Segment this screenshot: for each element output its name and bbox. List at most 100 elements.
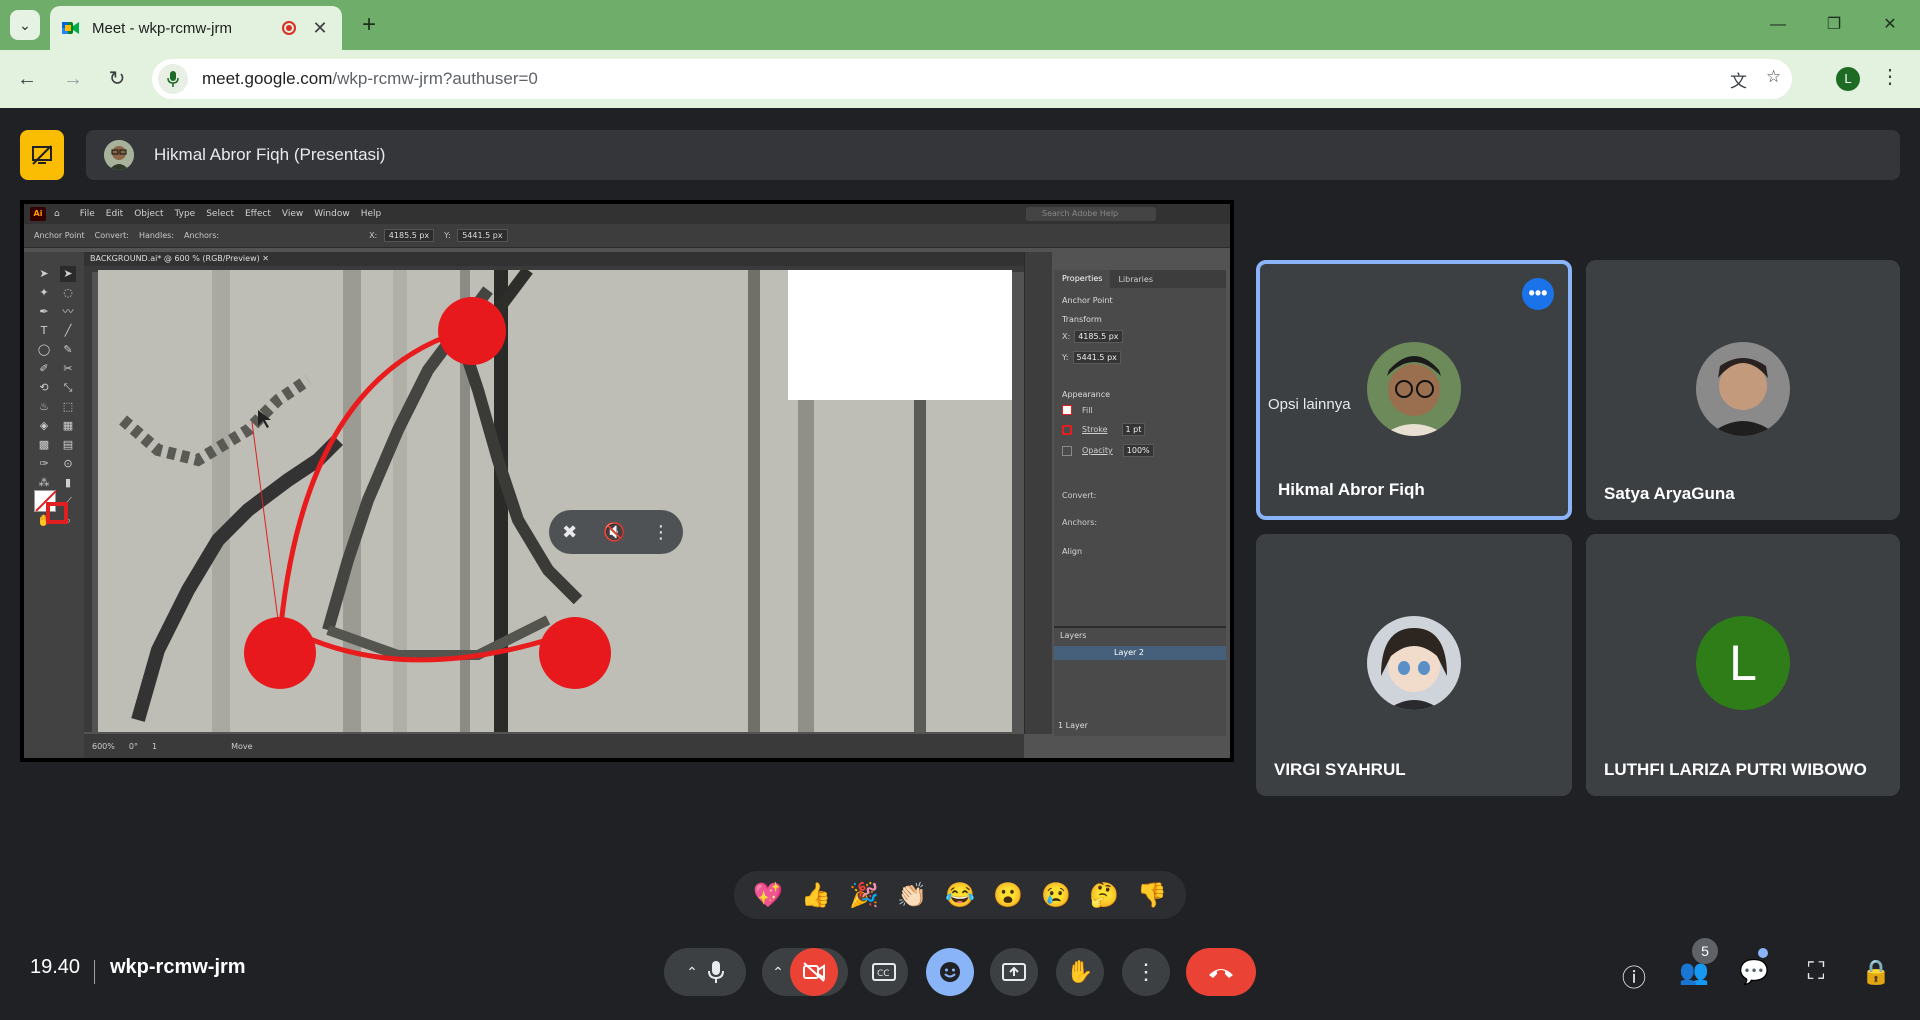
browser-menu-icon[interactable]: ⋮ [1880, 64, 1900, 89]
artboard-number: 1 [151, 741, 158, 751]
eyedropper-icon: ✑ [39, 457, 49, 470]
line-tool-icon: ╱ [64, 324, 72, 337]
warp-tool-icon: ♨ [39, 400, 49, 413]
mute-off-icon: 🔇 [603, 521, 626, 543]
raise-hand-icon: ✋ [1066, 959, 1094, 984]
reaction-sparkling-heart[interactable]: 💖 [753, 881, 783, 910]
illustrator-window: Ai ⌂ File Edit Object Type Select Effect… [24, 204, 1230, 758]
camera-control[interactable]: ⌃ [762, 948, 848, 996]
translate-icon[interactable]: 文 [1730, 67, 1747, 92]
presenter-avatar [104, 140, 134, 170]
close-window-icon[interactable]: ✕ [1870, 10, 1910, 40]
curvature-tool-icon: 〰 [62, 305, 74, 318]
close-tab-icon[interactable]: ✕ [310, 18, 330, 39]
participant-tile-hikmal[interactable]: ••• Opsi lainnya Hikmal Abror Fiqh [1256, 260, 1572, 520]
tab-meet[interactable]: Meet - wkp-rcmw-jrm ✕ [50, 6, 342, 50]
back-icon[interactable]: ← [12, 64, 42, 94]
left-ruler [84, 270, 92, 732]
restore-icon[interactable]: ❐ [1814, 10, 1854, 40]
opacity-row: Opacity 100% [1054, 440, 1226, 461]
leave-call-button[interactable] [1186, 948, 1256, 996]
reaction-thinking[interactable]: 🤔 [1089, 881, 1119, 910]
forward-icon[interactable]: → [58, 64, 88, 94]
reaction-surprised[interactable]: 😮 [993, 881, 1023, 910]
chat-icon[interactable]: 💬 [1734, 958, 1774, 987]
menu-window: Window [314, 209, 350, 219]
more-options-button[interactable]: ••• [1522, 278, 1554, 310]
participant-tile-luthfi[interactable]: L LUTHFI LARIZA PUTRI WIBOWO [1586, 534, 1900, 796]
transform-y: Y: 5441.5 px [1054, 347, 1226, 368]
participant-name: Hikmal Abror Fiqh [1278, 480, 1425, 499]
illustrator-toolbar: ➤ ➤ ✦ ◌ ✒ 〰 T ╱ ◯ ✎ ✐ ✂ ⟲ ⤡ ♨ ⬚ ◈ ▦ ▩ ▤ … [24, 252, 84, 758]
layers-count: 1 Layer [1058, 721, 1088, 730]
emoji-icon [940, 962, 960, 982]
illustrator-statusbar: 600% 0° 1 Move [84, 734, 1024, 758]
reaction-party[interactable]: 🎉 [849, 881, 879, 910]
mic-icon [707, 961, 724, 983]
captions-button[interactable]: CC [860, 948, 908, 996]
presenter-banner: Hikmal Abror Fiqh (Presentasi) [86, 130, 1900, 180]
mic-site-info-icon[interactable] [158, 64, 188, 94]
direct-selection-tool-icon: ➤ [60, 266, 76, 282]
reaction-thumbs-down[interactable]: 👎 [1137, 881, 1167, 910]
audio-options-chevron-icon[interactable]: ⌃ [686, 964, 698, 981]
appearance-heading: Appearance [1062, 390, 1111, 399]
present-now-button[interactable] [990, 948, 1038, 996]
y-field: Y: 5441.5 px [444, 229, 508, 242]
minimize-icon[interactable]: — [1758, 10, 1798, 40]
reaction-thumbs-up[interactable]: 👍 [801, 881, 831, 910]
more-options-icon: ⋮ [651, 521, 670, 543]
gradient-tool-icon: ▤ [62, 438, 74, 451]
mic-control[interactable]: ⌃ [664, 948, 746, 996]
brush-tool-icon: ✎ [63, 343, 73, 356]
free-transform-icon: ⬚ [62, 400, 74, 413]
tab-title: Meet - wkp-rcmw-jrm [92, 19, 232, 37]
selection-tool-icon: ➤ [39, 267, 49, 280]
emoji-reactions-button[interactable] [926, 948, 974, 996]
footer-divider [94, 960, 95, 984]
reload-icon[interactable]: ↻ [102, 64, 132, 94]
tab-search-button[interactable]: ⌄ [10, 10, 40, 40]
meeting-details-icon[interactable]: ⓘ [1614, 958, 1654, 993]
meet-favicon-icon [62, 22, 79, 34]
rotate-tool-icon: ⟲ [39, 381, 49, 394]
fill-row: Fill [1054, 401, 1226, 419]
address-bar[interactable]: meet.google.com/wkp-rcmw-jrm?authuser=0 … [152, 59, 1792, 99]
reaction-laugh[interactable]: 😂 [945, 881, 975, 910]
end-call-icon [1209, 969, 1233, 978]
perspective-icon: ▦ [62, 419, 74, 432]
avatar [1367, 342, 1461, 436]
panel-tabs: Properties Libraries [1054, 270, 1226, 288]
camera-off-icon[interactable] [789, 948, 838, 996]
new-tab-button[interactable]: + [354, 10, 384, 40]
more-options-button[interactable]: ⋮ [1122, 948, 1170, 996]
host-controls-icon[interactable]: 🔒 [1856, 958, 1896, 987]
participant-tile-virgi[interactable]: VIRGI SYAHRUL [1256, 534, 1572, 796]
control-anchors-label: Anchors: [184, 231, 220, 240]
participant-tile-satya[interactable]: Satya AryaGuna [1586, 260, 1900, 520]
illustrator-control-bar: Anchor Point Convert: Handles: Anchors: … [24, 224, 1230, 248]
video-options-chevron-icon[interactable]: ⌃ [772, 964, 784, 981]
chat-notification-dot [1758, 948, 1768, 958]
browser-tabstrip: ⌄ Meet - wkp-rcmw-jrm ✕ + — ❐ ✕ [0, 0, 1920, 50]
pin-off-icon: ✖ [562, 521, 578, 543]
profile-avatar[interactable]: L [1836, 67, 1860, 91]
layers-panel: Layers Layer 2 1 Layer [1054, 626, 1226, 736]
layers-heading: Layers [1060, 631, 1087, 640]
reaction-sad[interactable]: 😢 [1041, 881, 1071, 910]
activities-icon[interactable]: ⛶ [1796, 958, 1836, 986]
scissors-icon: ✂ [63, 362, 73, 375]
browser-toolbar: ← → ↻ meet.google.com/wkp-rcmw-jrm?authu… [0, 50, 1920, 108]
transform-x: X: 4185.5 px [1054, 326, 1226, 347]
align-heading: Align [1062, 547, 1083, 556]
presenter-overlay-controls: ✖ 🔇 ⋮ [549, 510, 683, 554]
shared-screen: Ai ⌂ File Edit Object Type Select Effect… [20, 200, 1234, 762]
graph-tool-icon: ▮ [64, 476, 72, 489]
raise-hand-button[interactable]: ✋ [1056, 948, 1104, 996]
ellipse-tool-icon: ◯ [37, 343, 51, 356]
bookmark-star-icon[interactable]: ☆ [1766, 67, 1781, 87]
lasso-icon: ◌ [63, 286, 73, 299]
control-convert-label: Convert: [94, 231, 129, 240]
reaction-clap[interactable]: 👏🏻 [897, 881, 927, 910]
participant-name: VIRGI SYAHRUL [1274, 760, 1406, 779]
